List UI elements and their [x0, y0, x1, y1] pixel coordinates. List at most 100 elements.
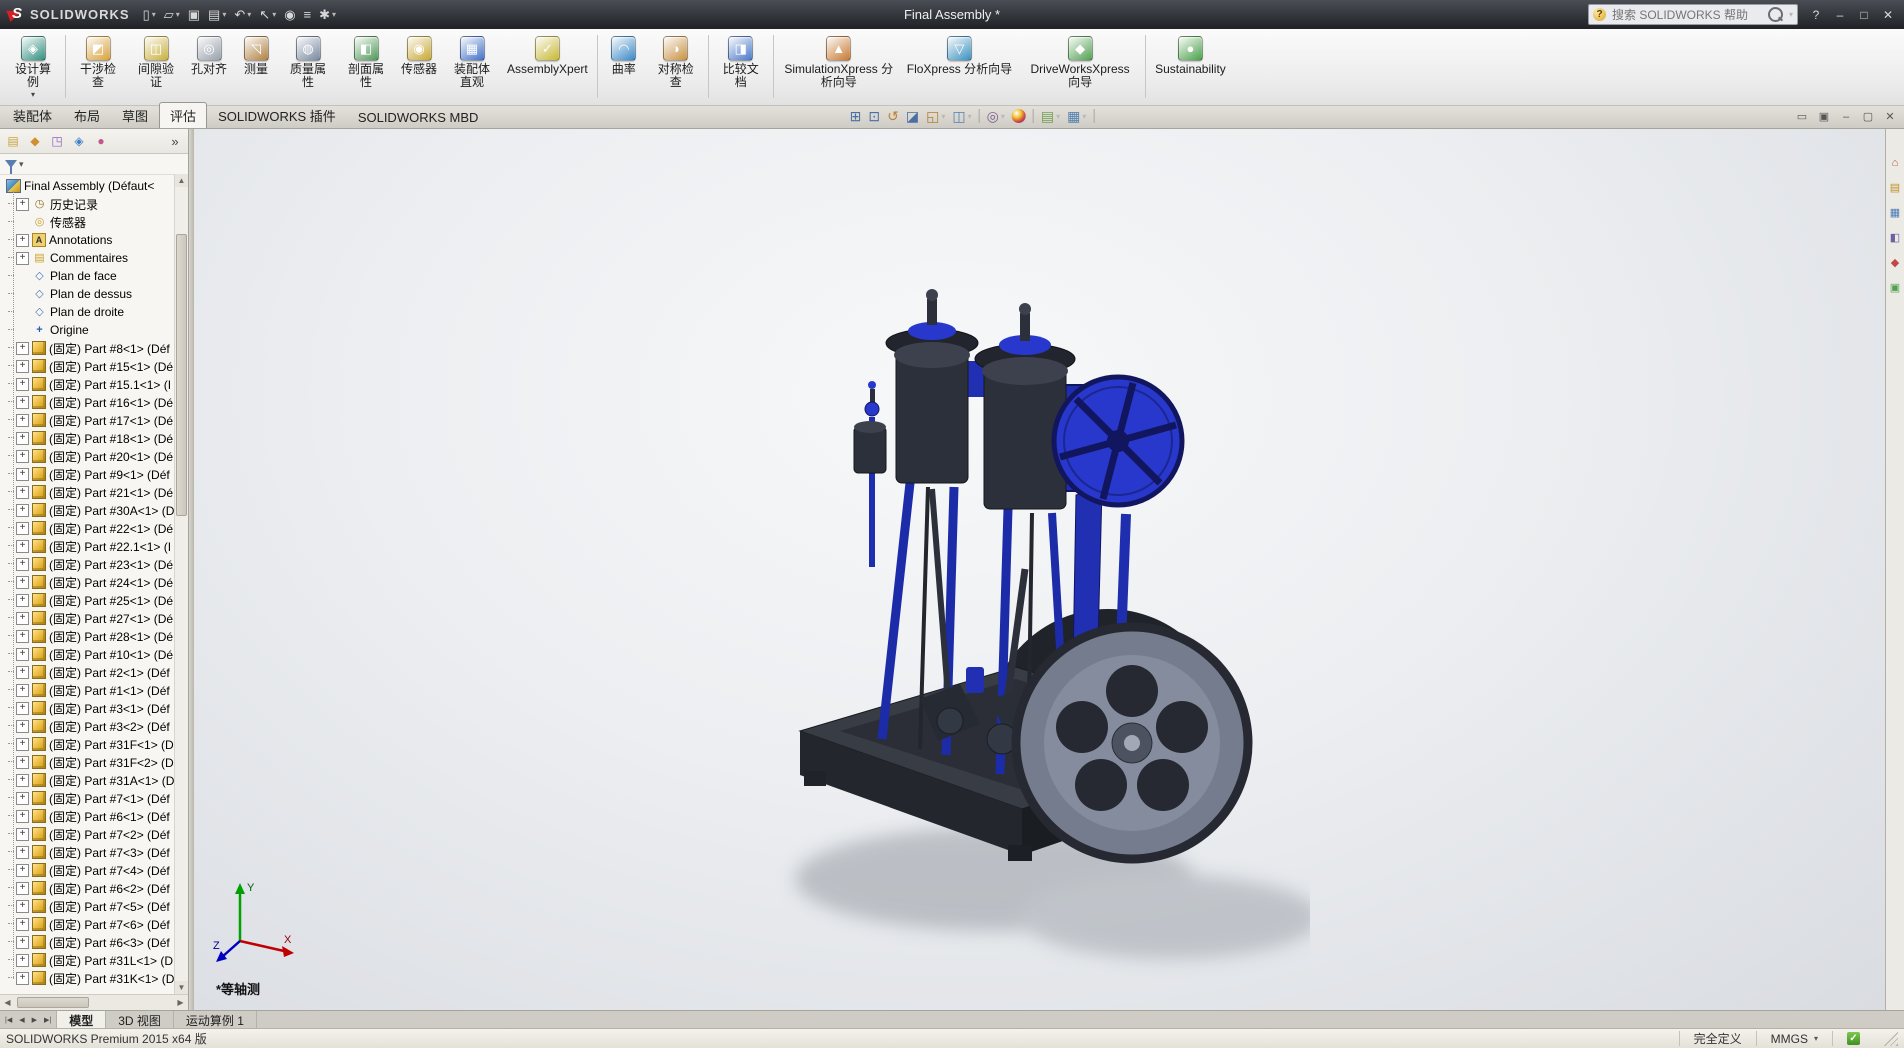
tree-item[interactable]: +(固定) Part #15<1> (Dé	[4, 357, 174, 375]
tree-item[interactable]: +(固定) Part #7<4> (Déf	[4, 861, 174, 879]
tree-item[interactable]: +(固定) Part #6<3> (Déf	[4, 933, 174, 951]
expand-icon[interactable]: +	[16, 864, 29, 877]
tree-vertical-scrollbar[interactable]: ▲ ▼	[174, 174, 188, 994]
tree-item[interactable]: +(固定) Part #22<1> (Dé	[4, 519, 174, 537]
measure-button[interactable]: ◹测量	[233, 32, 279, 78]
tree-item[interactable]: +(固定) Part #23<1> (Dé	[4, 555, 174, 573]
dimxpertmanager-tab[interactable]: ◈	[70, 132, 88, 150]
tree-item[interactable]: +(固定) Part #7<2> (Déf	[4, 825, 174, 843]
expand-icon[interactable]: +	[16, 684, 29, 697]
tree-item[interactable]: ◇Plan de dessus	[4, 285, 174, 303]
last-tab-button[interactable]: ▶|	[41, 1015, 54, 1025]
tree-item[interactable]: +(固定) Part #31A<1> (D	[4, 771, 174, 789]
tree-item[interactable]: +(固定) Part #21<1> (Dé	[4, 483, 174, 501]
display-style-button[interactable]: ◫▾	[949, 107, 974, 125]
minimize-button[interactable]: –	[1828, 5, 1852, 25]
tree-item[interactable]: +(固定) Part #30A<1> (D	[4, 501, 174, 519]
select-button[interactable]: ↖▾	[256, 6, 279, 24]
edit-appearance-button[interactable]	[1009, 108, 1029, 124]
tree-item[interactable]: +(固定) Part #9<1> (Déf	[4, 465, 174, 483]
next-tab-button[interactable]: ▶	[29, 1015, 40, 1025]
expand-icon[interactable]: +	[16, 666, 29, 679]
tree-item[interactable]: +(固定) Part #7<1> (Déf	[4, 789, 174, 807]
section-view-button[interactable]: ◪	[903, 107, 922, 125]
assembly-visualization-button[interactable]: ▦装配体直观	[443, 32, 501, 92]
doc-tab-3dviews[interactable]: 3D 视图	[106, 1011, 174, 1028]
tree-item[interactable]: ◇Plan de droite	[4, 303, 174, 321]
help-button[interactable]: ?	[1804, 5, 1828, 25]
tree-item[interactable]: +(固定) Part #28<1> (Dé	[4, 627, 174, 645]
tree-item[interactable]: +(固定) Part #15.1<1> (I	[4, 375, 174, 393]
publish-button[interactable]: ▣	[185, 6, 203, 24]
new-document-button[interactable]: ▯▾	[140, 6, 159, 24]
clearance-verify-button[interactable]: ◫间隙验证	[127, 32, 185, 92]
doc-tab-model[interactable]: 模型	[57, 1011, 106, 1028]
cascade-window-button[interactable]: ▣	[1814, 108, 1834, 125]
tree-item[interactable]: ◎传感器	[4, 213, 174, 231]
expand-icon[interactable]: +	[16, 486, 29, 499]
tree-item[interactable]: +(固定) Part #3<1> (Déf	[4, 699, 174, 717]
tab-sketch[interactable]: 草图	[111, 102, 159, 128]
expand-icon[interactable]: +	[16, 594, 29, 607]
expand-icon[interactable]: +	[16, 918, 29, 931]
expand-icon[interactable]: +	[16, 630, 29, 643]
expand-icon[interactable]: +	[16, 378, 29, 391]
expand-icon[interactable]: +	[16, 198, 29, 211]
tree-item[interactable]: +(固定) Part #7<3> (Déf	[4, 843, 174, 861]
simulationxpress-wizard-button[interactable]: ▲SimulationXpress 分析向导	[777, 32, 901, 92]
assemblyxpert-button[interactable]: ✓AssemblyXpert	[501, 32, 594, 78]
scroll-left-icon[interactable]: ◀	[0, 998, 15, 1007]
close-doc-button[interactable]: ✕	[1880, 108, 1900, 125]
tree-item[interactable]: +(固定) Part #18<1> (Dé	[4, 429, 174, 447]
curvature-button[interactable]: ◠曲率	[601, 32, 647, 78]
expand-panel-button[interactable]: »	[166, 132, 184, 150]
zoom-fit-button[interactable]: ⊞	[847, 107, 865, 125]
expand-icon[interactable]: +	[16, 540, 29, 553]
zoom-area-button[interactable]: ⊡	[865, 107, 883, 125]
view-orientation-button[interactable]: ◱▾	[923, 107, 948, 125]
hole-alignment-button[interactable]: ◎孔对齐	[185, 32, 233, 78]
tree-item[interactable]: +AAnnotations	[4, 231, 174, 249]
tree-item[interactable]: +(固定) Part #7<6> (Déf	[4, 915, 174, 933]
filter-dropdown-icon[interactable]: ▾	[19, 159, 24, 170]
tree-item[interactable]: +(固定) Part #25<1> (Dé	[4, 591, 174, 609]
hide-show-items-button[interactable]: ◎▾	[984, 107, 1008, 125]
tree-item[interactable]: +▤Commentaires	[4, 249, 174, 267]
displaymanager-tab[interactable]: ●	[92, 132, 110, 150]
compare-documents-button[interactable]: ◨比较文档	[712, 32, 770, 92]
expand-icon[interactable]: +	[16, 342, 29, 355]
tree-item[interactable]: +(固定) Part #22.1<1> (I	[4, 537, 174, 555]
tree-item[interactable]: +(固定) Part #31L<1> (D	[4, 951, 174, 969]
doc-tab-motion-study-1[interactable]: 运动算例 1	[174, 1011, 257, 1028]
view-palette-tab[interactable]: ◧	[1888, 230, 1903, 245]
expand-icon[interactable]: +	[16, 648, 29, 661]
filter-icon[interactable]	[5, 160, 17, 168]
expand-icon[interactable]: +	[16, 360, 29, 373]
expand-icon[interactable]: +	[16, 972, 29, 985]
interference-check-button[interactable]: ◩干涉检查	[69, 32, 127, 92]
tree-root-item[interactable]: Final Assembly (Défaut<	[4, 177, 174, 195]
tree-item[interactable]: +(固定) Part #24<1> (Dé	[4, 573, 174, 591]
expand-icon[interactable]: +	[16, 504, 29, 517]
view-settings-button[interactable]: ▦▾	[1064, 107, 1089, 125]
scroll-down-icon[interactable]: ▼	[175, 981, 188, 994]
tab-mbd[interactable]: SOLIDWORKS MBD	[347, 106, 490, 128]
tile-window-button[interactable]: ▭	[1792, 108, 1812, 125]
expand-icon[interactable]: +	[16, 720, 29, 733]
resources-tab[interactable]: ⌂	[1888, 155, 1903, 170]
open-document-button[interactable]: ▱▾	[161, 6, 183, 24]
file-properties-button[interactable]: ≡	[301, 6, 315, 24]
tree-item[interactable]: +(固定) Part #27<1> (Dé	[4, 609, 174, 627]
prev-tab-button[interactable]: ◀	[16, 1015, 27, 1025]
expand-icon[interactable]: +	[16, 396, 29, 409]
expand-icon[interactable]: +	[16, 414, 29, 427]
tree-item[interactable]: ◇Plan de face	[4, 267, 174, 285]
scroll-right-icon[interactable]: ▶	[173, 998, 188, 1007]
expand-icon[interactable]: +	[16, 432, 29, 445]
maximize-button[interactable]: □	[1852, 5, 1876, 25]
propertymanager-tab[interactable]: ◆	[26, 132, 44, 150]
configurationmanager-tab[interactable]: ◳	[48, 132, 66, 150]
search-icon[interactable]	[1768, 7, 1783, 22]
tree-item[interactable]: +(固定) Part #1<1> (Déf	[4, 681, 174, 699]
expand-icon[interactable]: +	[16, 900, 29, 913]
